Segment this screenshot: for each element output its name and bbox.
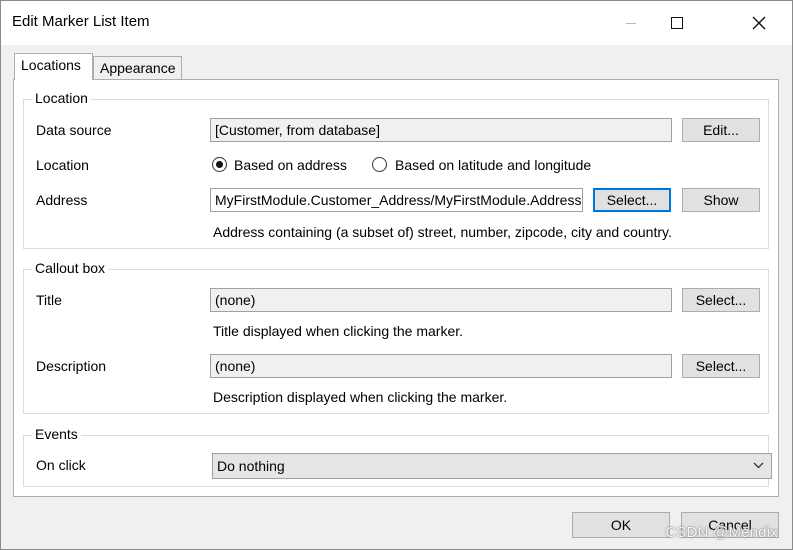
tab-panel-locations: Location Data source [Customer, from dat… [13,79,779,497]
title-select-button[interactable]: Select... [682,288,760,312]
minimize-button[interactable] [608,1,654,45]
radio-based-on-address-label: Based on address [234,157,347,173]
callout-group: Callout box Title (none) Select... Title… [23,260,769,414]
location-label: Location [36,157,89,173]
radio-based-on-address[interactable] [212,157,227,172]
radio-based-on-latlong-label: Based on latitude and longitude [395,157,592,173]
address-field: MyFirstModule.Customer_Address/MyFirstMo… [210,188,583,212]
title-label: Title [36,292,62,308]
radio-based-on-latlong[interactable] [372,157,387,172]
window-title: Edit Marker List Item [12,13,150,30]
data-source-label: Data source [36,122,112,138]
location-group-legend: Location [32,90,91,106]
events-group: Events On click Do nothing [23,426,772,487]
location-group: Location Data source [Customer, from dat… [23,90,769,249]
title-hint: Title displayed when clicking the marker… [213,323,464,339]
title-bar: Edit Marker List Item [1,1,792,45]
minimize-icon [626,22,636,24]
on-click-dropdown[interactable]: Do nothing [212,453,772,479]
callout-group-legend: Callout box [32,260,109,276]
data-source-field: [Customer, from database] [210,118,672,142]
address-hint: Address containing (a subset of) street,… [213,224,672,240]
address-show-button[interactable]: Show [682,188,760,212]
description-select-button[interactable]: Select... [682,354,760,378]
close-button[interactable] [736,1,782,45]
close-icon [752,16,766,30]
watermark: CSDN @Mendix [665,524,778,541]
tab-locations[interactable]: Locations [14,53,93,80]
address-select-button[interactable]: Select... [593,188,671,212]
title-field: (none) [210,288,672,312]
data-source-edit-button[interactable]: Edit... [682,118,760,142]
address-label: Address [36,192,88,208]
chevron-down-icon [753,462,764,469]
ok-button[interactable]: OK [572,512,670,538]
description-hint: Description displayed when clicking the … [213,389,508,405]
tab-appearance[interactable]: Appearance [93,56,182,80]
events-group-legend: Events [32,426,81,442]
on-click-label: On click [36,457,86,473]
maximize-icon [671,17,683,29]
description-field: (none) [210,354,672,378]
maximize-button[interactable] [654,1,700,45]
dialog-window: Edit Marker List Item Locations Appearan… [0,0,793,550]
description-label: Description [36,358,107,374]
on-click-dropdown-value: Do nothing [217,458,285,474]
